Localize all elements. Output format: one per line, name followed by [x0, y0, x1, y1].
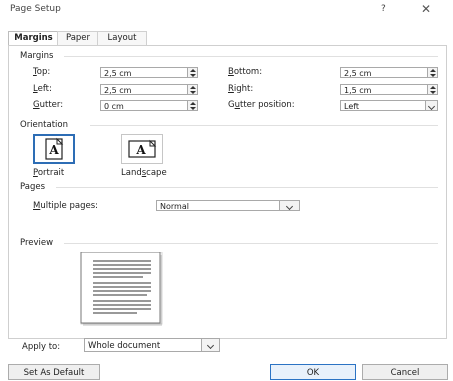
- bottom-margin-input[interactable]: 2,5 cm: [340, 67, 428, 78]
- spin-arrows-icon[interactable]: [428, 67, 438, 78]
- page-preview: [80, 252, 163, 326]
- dialog-title: Page Setup: [10, 4, 61, 14]
- chevron-down-icon[interactable]: [280, 200, 300, 211]
- gutter-position-select[interactable]: Left: [340, 100, 426, 111]
- preview-divider: [64, 243, 438, 244]
- gutter-label: Gutter:: [33, 100, 64, 110]
- help-icon[interactable]: ?: [381, 4, 386, 14]
- close-icon[interactable]: ✕: [421, 2, 431, 16]
- preview-section-title: Preview: [20, 238, 54, 248]
- pages-divider: [56, 187, 438, 188]
- top-margin-input[interactable]: 2,5 cm: [100, 67, 188, 78]
- bottom-margin-label: Bottom:: [228, 67, 263, 77]
- apply-to-select[interactable]: Whole document: [84, 338, 202, 352]
- left-margin-input[interactable]: 2,5 cm: [100, 84, 188, 95]
- apply-to-label: Apply to:: [22, 342, 61, 352]
- landscape-button[interactable]: A: [121, 134, 163, 164]
- margins-section-title: Margins: [20, 51, 54, 61]
- pages-section-title: Pages: [20, 182, 46, 192]
- orientation-section-title: Orientation: [20, 120, 68, 130]
- spin-arrows-icon[interactable]: [188, 100, 198, 111]
- svg-text:A: A: [135, 143, 146, 157]
- landscape-page-icon: A: [128, 139, 157, 158]
- chevron-down-icon[interactable]: [426, 100, 438, 111]
- spin-arrows-icon[interactable]: [428, 84, 438, 95]
- gutter-position-label: Gutter position:: [228, 100, 295, 110]
- portrait-label: Portrait: [33, 168, 65, 178]
- spin-arrows-icon[interactable]: [188, 84, 198, 95]
- spin-arrows-icon[interactable]: [188, 67, 198, 78]
- tab-layout[interactable]: Layout: [97, 31, 147, 45]
- top-margin-label: Top:: [33, 67, 51, 77]
- multiple-pages-select[interactable]: Normal: [156, 200, 280, 211]
- gutter-input[interactable]: 0 cm: [100, 100, 188, 111]
- left-margin-label: Left:: [33, 84, 52, 94]
- tab-margins[interactable]: Margins: [8, 31, 59, 46]
- svg-text:A: A: [48, 143, 59, 157]
- orientation-divider: [90, 125, 438, 126]
- portrait-page-icon: A: [45, 137, 64, 160]
- right-margin-input[interactable]: 1,5 cm: [340, 84, 428, 95]
- right-margin-label: Right:: [228, 84, 254, 94]
- margins-divider: [64, 56, 438, 57]
- ok-button[interactable]: OK: [270, 364, 356, 380]
- multiple-pages-label: Multiple pages:: [33, 201, 98, 211]
- set-as-default-button[interactable]: Set As Default: [8, 364, 100, 380]
- cancel-button[interactable]: Cancel: [362, 364, 448, 380]
- tab-paper[interactable]: Paper: [57, 31, 99, 45]
- chevron-down-icon[interactable]: [202, 338, 220, 352]
- landscape-label: Landscape: [121, 168, 167, 178]
- portrait-button[interactable]: A: [33, 134, 75, 164]
